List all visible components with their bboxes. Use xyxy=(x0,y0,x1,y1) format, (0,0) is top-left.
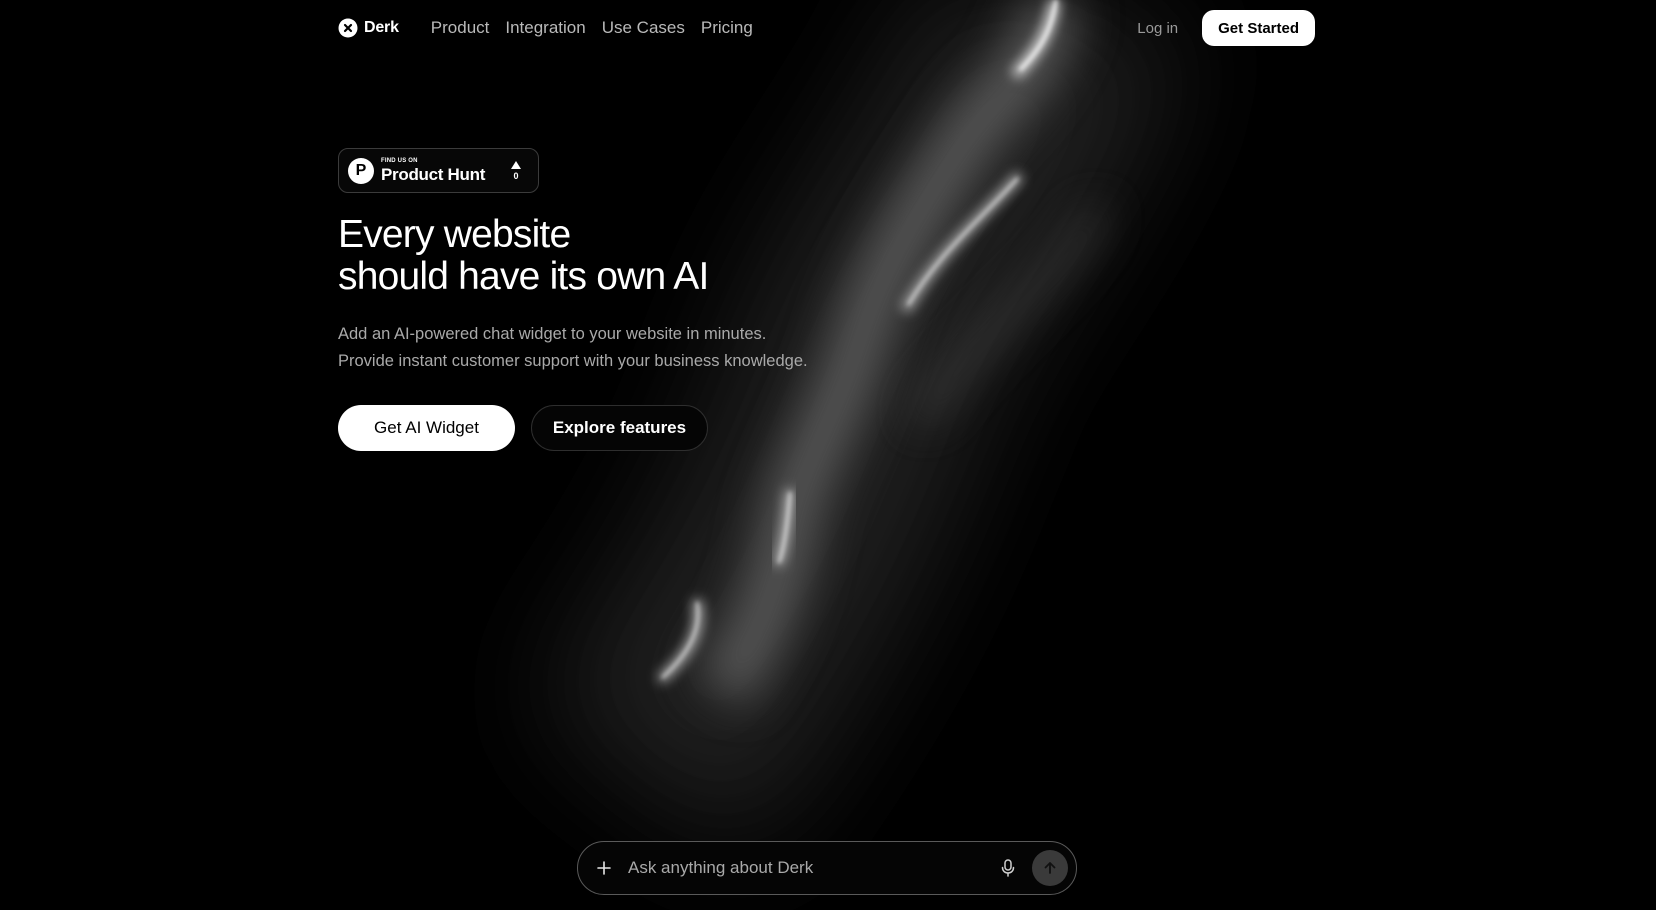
badge-big-text: Product Hunt xyxy=(381,165,486,184)
subtext-line-1: Add an AI-powered chat widget to your we… xyxy=(338,325,767,343)
badge-small-text: FIND US ON xyxy=(381,158,418,164)
upvote-counter: 0 xyxy=(511,160,521,181)
get-started-button[interactable]: Get Started xyxy=(1202,10,1315,46)
get-ai-widget-button[interactable]: Get AI Widget xyxy=(338,405,515,451)
brand-name: Derk xyxy=(364,19,399,36)
headline-line-1: Every website xyxy=(338,213,571,256)
triangle-up-icon xyxy=(511,160,521,169)
page: Derk Product Integration Use Cases Prici… xyxy=(0,0,1656,910)
arrow-up-icon xyxy=(1044,862,1056,874)
nav-link-integration[interactable]: Integration xyxy=(505,18,585,38)
chat-bar xyxy=(577,841,1077,895)
send-button[interactable] xyxy=(1032,850,1068,886)
nav-link-product[interactable]: Product xyxy=(431,18,490,38)
upvote-count: 0 xyxy=(513,170,519,181)
explore-features-button[interactable]: Explore features xyxy=(531,405,708,451)
product-hunt-badge[interactable]: P FIND US ON Product Hunt 0 xyxy=(338,148,539,193)
x-circle-icon xyxy=(338,18,358,38)
hero-headline: Every website should have its own AI xyxy=(338,213,709,298)
hero-cta-row: Get AI Widget Explore features xyxy=(338,405,708,451)
hero-subtext: Add an AI-powered chat widget to your we… xyxy=(338,321,808,375)
login-link[interactable]: Log in xyxy=(1137,20,1178,37)
nav-link-use-cases[interactable]: Use Cases xyxy=(602,18,685,38)
product-hunt-logo: P xyxy=(348,157,374,184)
subtext-line-2: Provide instant customer support with yo… xyxy=(338,352,808,370)
plus-icon[interactable] xyxy=(592,856,616,880)
nav-link-pricing[interactable]: Pricing xyxy=(701,18,753,38)
nav-actions: Log in Get Started xyxy=(1137,10,1315,46)
top-navigation: Derk Product Integration Use Cases Prici… xyxy=(338,10,1315,46)
product-hunt-text: FIND US ON Product Hunt xyxy=(381,158,485,183)
chat-input[interactable] xyxy=(628,858,994,878)
brand-logo-link[interactable]: Derk xyxy=(338,18,399,38)
nav-links: Product Integration Use Cases Pricing xyxy=(431,18,753,38)
microphone-icon[interactable] xyxy=(994,854,1022,882)
headline-line-2: should have its own AI xyxy=(338,255,709,298)
